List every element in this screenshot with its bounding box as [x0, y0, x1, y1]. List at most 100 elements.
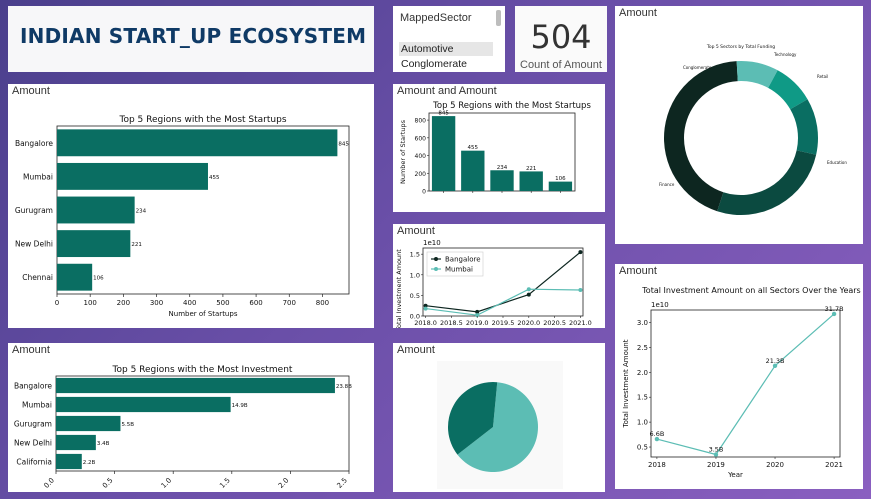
x-tick-label: 400 — [183, 299, 196, 307]
y-axis-label: Number of Startups — [399, 119, 407, 184]
y-tick-label: 600 — [415, 135, 427, 142]
chart-title: Top 5 Regions with the Most Investment — [112, 365, 293, 375]
slicer-scrollbar[interactable] — [496, 10, 501, 26]
bar — [57, 196, 135, 224]
chart-title: Top 5 Regions with the Most Startups — [118, 115, 286, 125]
x-tick-label: 600 — [249, 299, 262, 307]
x-tick-label: 2020.0 — [517, 319, 540, 327]
x-tick-label: 300 — [150, 299, 163, 307]
bar — [490, 170, 514, 191]
donut-slice — [790, 99, 818, 155]
investment-line-chart: 1e100.00.51.01.52018.0 2018.5 2019.0 2019.5… — [395, 239, 592, 328]
dashboard-title: INDIAN START_UP ECOSYSTEM — [20, 24, 367, 48]
x-tick-label: 2.5 — [335, 476, 349, 490]
data-point — [526, 292, 531, 297]
offset-label: 1e10 — [423, 239, 441, 247]
x-tick-label: 1.0 — [160, 476, 174, 490]
x-tick-label: 0.5 — [101, 476, 115, 490]
x-tick-label: 2021.0 — [569, 319, 592, 327]
offset-label: 1e10 — [651, 301, 669, 309]
series-line — [425, 288, 581, 316]
x-tick-label: 0.0 — [42, 476, 56, 490]
x-tick-label: 2019 — [707, 461, 725, 469]
regions-startups-chart: Top 5 Regions with the Most Startups Bang… — [15, 115, 350, 318]
x-tick-label: 2019.5 — [492, 319, 515, 327]
chart-title: Top 5 Regions with the Most Startups — [432, 101, 591, 111]
y-tick-label: 0.5 — [410, 292, 420, 300]
slicer-item-automotive[interactable]: Automotive — [399, 42, 493, 56]
investment-line-card[interactable]: Amount 1e10 0.0 0.5 1.0 1.5 2018.0 2018.5 2019.… — [393, 224, 605, 328]
regions-investment-card[interactable]: Amount Top 5 Regions with the Most Inves… — [8, 343, 374, 492]
x-tick-label: 2.0 — [277, 476, 291, 490]
data-label: 3.5B — [709, 446, 724, 454]
donut-category-label: Conglomerate — [683, 65, 712, 70]
data-label: 221 — [526, 166, 537, 172]
x-axis-label: Year — [727, 471, 743, 479]
y-axis-label: Total Investment Amount — [395, 249, 403, 328]
donut-slice — [664, 61, 738, 212]
data-label: 455 — [468, 145, 479, 151]
x-tick-label: 200 — [117, 299, 130, 307]
kpi-value: 504 — [530, 18, 592, 56]
donut-category-label: Finance — [659, 182, 675, 187]
data-point — [578, 250, 583, 255]
bar — [57, 129, 338, 157]
x-tick-label: 2019.0 — [466, 319, 489, 327]
data-label: 6.6B — [650, 430, 665, 438]
bar — [56, 415, 121, 432]
data-label: 3.4B — [97, 441, 110, 447]
bar — [57, 162, 208, 190]
total-investment-card[interactable]: Amount Total Investment Amount on all Se… — [615, 264, 863, 489]
sector-donut-card[interactable]: Amount Top 5 Sectors by Total Funding Fin… — [615, 6, 863, 244]
title-card: INDIAN START_UP ECOSYSTEM — [8, 6, 374, 72]
slicer-title: MappedSector — [400, 12, 472, 24]
donut-slice — [717, 150, 817, 216]
bar — [519, 171, 543, 191]
plot-frame — [650, 309, 841, 458]
bar — [56, 396, 231, 413]
x-tick-label: 2018.0 — [414, 319, 437, 327]
y-tick-label: 1.0 — [410, 271, 420, 279]
series-line — [656, 313, 835, 456]
bar — [548, 181, 573, 191]
y-tick-label: 200 — [415, 171, 427, 178]
x-tick-label: 0 — [55, 299, 59, 307]
sector-pie-card[interactable]: Amount — [393, 343, 605, 492]
y-tick-label: 1.0 — [637, 419, 648, 427]
data-point — [423, 306, 428, 311]
category-label: Mumbai — [23, 172, 53, 181]
regions-investment-chart: Top 5 Regions with the Most Investment Ba… — [14, 365, 352, 490]
data-label: 845 — [438, 111, 449, 117]
kpi-card[interactable]: 504 Count of Amount — [515, 6, 607, 72]
donut-category-label: Retail — [817, 74, 828, 79]
x-tick-label: 2020 — [766, 461, 784, 469]
data-point — [578, 288, 583, 293]
x-tick-label: 100 — [83, 299, 96, 307]
data-label: 234 — [136, 209, 147, 215]
data-label: 14.9B — [232, 403, 248, 409]
category-label: Gurugram — [14, 420, 52, 429]
category-label: California — [16, 458, 52, 467]
sector-slicer[interactable]: MappedSector Automotive Conglomerate — [393, 6, 505, 72]
data-label: 21.3B — [766, 357, 785, 365]
bar — [56, 453, 82, 470]
data-label: 23.8B — [336, 384, 352, 390]
x-tick-label: 2021 — [825, 461, 843, 469]
data-label: 2.2B — [83, 460, 96, 466]
amount-and-amount-card[interactable]: Amount and Amount Top 5 Regions with the… — [393, 84, 605, 212]
slicer-item-conglomerate[interactable]: Conglomerate — [399, 57, 469, 71]
chart-title: Top 5 Sectors by Total Funding — [706, 44, 775, 50]
category-label: Mumbai — [22, 401, 52, 410]
data-label: 234 — [497, 165, 508, 171]
data-label: 5.5B — [121, 422, 134, 428]
data-label: 106 — [93, 276, 104, 282]
category-label: New Delhi — [14, 439, 52, 448]
data-label: 106 — [555, 176, 566, 182]
y-tick-label: 1.5 — [637, 394, 648, 402]
data-label: 31.7B — [825, 305, 844, 313]
x-tick-label: 700 — [283, 299, 296, 307]
regions-startups-card[interactable]: Amount Top 5 Regions with the Most Start… — [8, 84, 374, 328]
category-label: Bangalore — [14, 382, 52, 391]
kpi-label: Count of Amount — [520, 59, 602, 71]
x-tick-label: 2018 — [648, 461, 666, 469]
